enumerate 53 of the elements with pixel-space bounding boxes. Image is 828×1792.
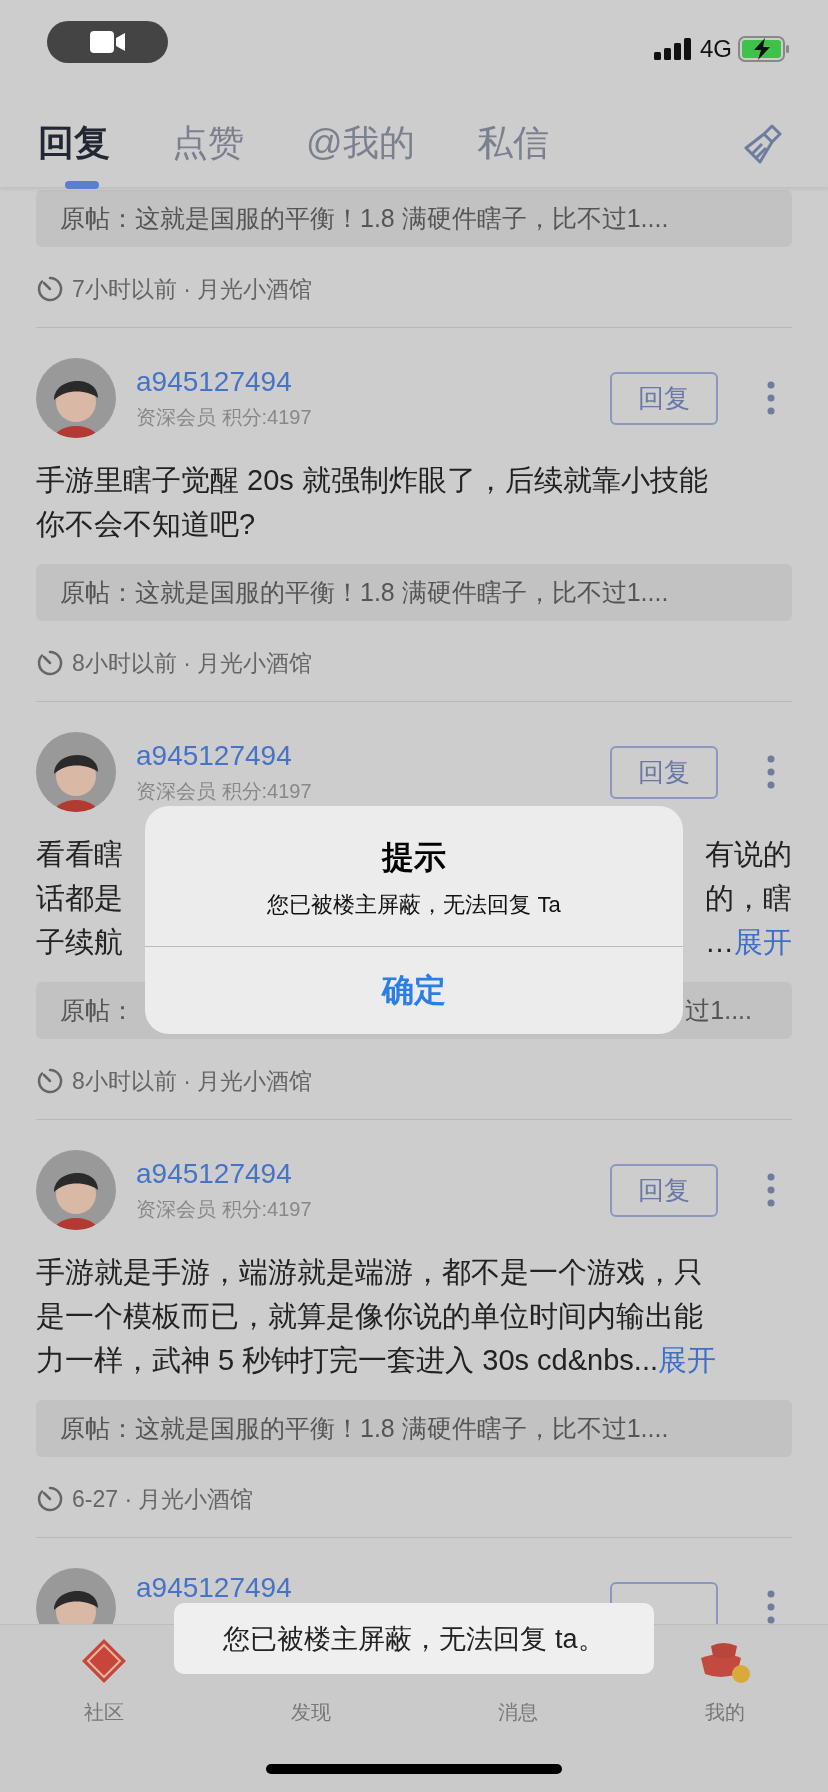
comment-text-fragment: … [705,926,734,958]
more-icon[interactable] [766,1173,776,1207]
post-time-and-forum: 7小时以前 · 月光小酒馆 [72,274,313,304]
more-icon[interactable] [766,381,776,415]
original-post-quote[interactable]: 原帖：这就是国服的平衡！1.8 满硬件瞎子，比不过1.... [36,190,792,247]
confirm-button[interactable]: 确定 [145,946,683,1034]
clock-icon [36,1485,64,1513]
clock-icon [36,649,64,677]
tab[interactable]: @我的 [306,119,415,168]
nav-tab[interactable]: 发现 [290,1699,331,1726]
original-post-quote[interactable]: 原帖：这就是国服的平衡！1.8 满硬件瞎子，比不过1.... [36,1400,792,1457]
more-icon[interactable] [766,1590,776,1624]
username-link[interactable]: a945127494 [136,739,610,772]
post-time-and-forum: 8小时以前 · 月光小酒馆 [72,1066,313,1096]
comment-text: 手游里瞎子觉醒 20s 就强制炸眼了，后续就靠小技能 你不会不知道吧? [36,463,709,542]
nav-tab[interactable]: 我的 [704,1699,745,1726]
more-icon[interactable] [766,755,776,789]
member-info: 资深会员 积分:4197 [136,1196,313,1222]
username-link[interactable]: a945127494 [136,1157,610,1190]
message-toast: 您已被楼主屏蔽，无法回复 ta。 [174,1603,654,1674]
reply-button[interactable]: 回复 [610,371,718,425]
tab[interactable]: 点赞 [172,119,244,168]
comment-text-fragment: 有说的 [705,838,792,870]
comment-text-fragment: 的，瞎 [705,882,792,914]
post-time-and-forum: 6-27 · 月光小酒馆 [72,1484,254,1514]
tab[interactable]: 私信 [476,119,549,168]
video-camera-icon [89,30,126,54]
clock-icon [36,275,64,303]
post-time-and-forum: 8小时以前 · 月光小酒馆 [72,648,313,678]
comment-text-fragment: 话都是 [36,881,123,916]
username-link[interactable]: a945127494 [136,365,610,398]
signal-icon [654,37,694,61]
battery-charging-icon [738,36,790,62]
comment-text-fragment: 子续航 [36,925,123,960]
reply-button[interactable]: 回复 [610,1163,718,1217]
username-link[interactable]: a945127494 [136,1572,610,1604]
dialog-message: 您已被楼主屏蔽，无法回复 Ta [267,891,561,919]
avatar[interactable] [36,1568,116,1624]
tab-indicator [65,181,99,189]
reply-button[interactable]: 回复 [610,745,718,799]
member-info: 资深会员 积分:4197 [136,404,313,430]
comment-text: 手游就是手游，端游就是端游，都不是一个游戏，只 是一个模板而已，就算是像你说的单位时间内输出能 力一样，武神 5 秒钟打完一套进入 30s cd&nbs...展开 [36,1255,717,1378]
comment-text-fragment: 看看瞎 [36,837,123,872]
clock-icon [36,1067,64,1095]
tab[interactable]: 回复 [38,119,110,168]
original-post-quote[interactable]: 原帖：这就是国服的平衡！1.8 满硬件瞎子，比不过1.... [36,564,792,621]
expand-link[interactable]: 展开 [734,926,792,958]
expand-link[interactable]: 展开 [658,1344,716,1376]
dialog-title: 提示 [382,838,446,877]
member-info: 资深会员 积分:4197 [136,778,313,804]
nav-tab[interactable]: 消息 [497,1699,538,1726]
nav-tab[interactable]: 社区 [83,1699,124,1726]
network-label: 4G [700,35,732,63]
